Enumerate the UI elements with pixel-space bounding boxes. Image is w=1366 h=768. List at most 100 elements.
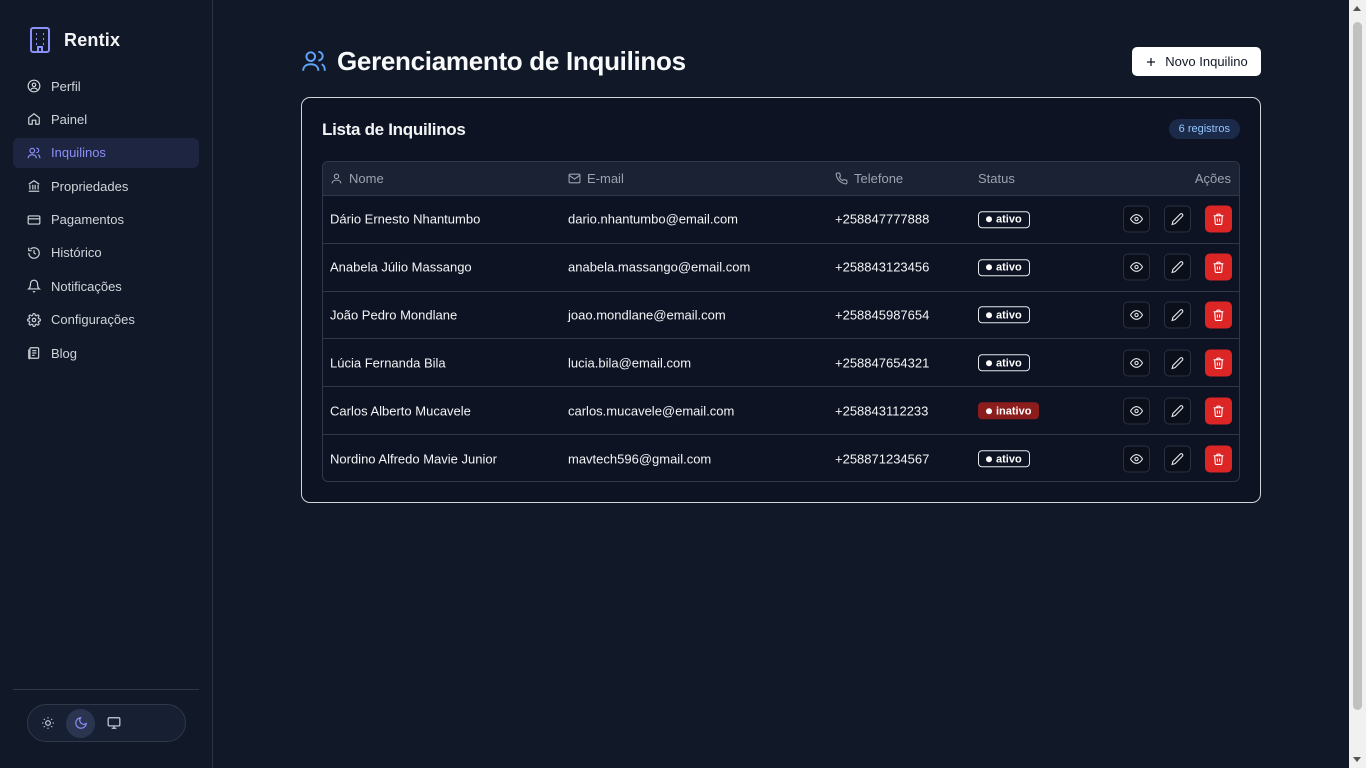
- scroll-down-icon[interactable]: [1353, 757, 1361, 762]
- view-button[interactable]: [1123, 397, 1150, 425]
- sidebar-item-pagamentos[interactable]: Pagamentos: [13, 205, 199, 235]
- table-row: Lúcia Fernanda Bila lucia.bila@email.com…: [323, 339, 1239, 388]
- history-icon: [28, 247, 40, 259]
- tenant-phone: +258847777888: [835, 211, 930, 227]
- status-badge: ativo: [978, 211, 1030, 229]
- sidebar-item-blog[interactable]: Blog: [13, 338, 199, 368]
- column-header-name[interactable]: Nome: [330, 171, 384, 186]
- tenant-phone: +258843123456: [835, 259, 930, 275]
- row-actions: [1123, 205, 1232, 233]
- gear-icon: [27, 312, 41, 327]
- tenant-email: anabela.massango@email.com: [568, 259, 751, 275]
- view-button[interactable]: [1123, 253, 1150, 281]
- sidebar-nav: Perfil Painel Inquilinos Propriedades Pa…: [13, 71, 199, 372]
- trash-icon: [1213, 309, 1224, 321]
- page-scrollbar[interactable]: [1349, 0, 1366, 768]
- column-header-email[interactable]: E-mail: [568, 171, 624, 186]
- sidebar-item-historico[interactable]: Histórico: [13, 238, 199, 268]
- users-icon: [27, 147, 41, 159]
- tenant-name: Carlos Alberto Mucavele: [330, 403, 471, 419]
- tenant-name: Anabela Júlio Massango: [330, 259, 472, 275]
- status-dot: [986, 216, 992, 223]
- trash-icon: [1213, 453, 1224, 465]
- eye-icon: [1130, 310, 1143, 320]
- card-title: Lista de Inquilinos: [322, 120, 466, 139]
- sidebar-item-label: Notificações: [51, 278, 122, 294]
- sidebar-item-notificacoes[interactable]: Notificações: [13, 271, 199, 301]
- theme-system-button[interactable]: [99, 709, 128, 738]
- delete-button[interactable]: [1205, 397, 1232, 425]
- eye-icon: [1130, 405, 1143, 416]
- view-button[interactable]: [1123, 301, 1150, 329]
- trash-icon: [1213, 405, 1224, 417]
- tenant-name: Dário Ernesto Nhantumbo: [330, 211, 481, 227]
- sidebar-item-configuracoes[interactable]: Configurações: [13, 305, 199, 335]
- status-dot: [986, 360, 992, 367]
- eye-icon: [1130, 453, 1143, 464]
- sidebar-item-perfil[interactable]: Perfil: [13, 71, 199, 101]
- mail-icon: [568, 173, 581, 184]
- scroll-thumb[interactable]: [1353, 22, 1362, 710]
- table-header: Nome E-mail Telefone Status Ações: [323, 162, 1239, 196]
- sidebar-item-label: Perfil: [51, 78, 81, 94]
- column-header-phone[interactable]: Telefone: [835, 171, 903, 186]
- status-badge: ativo: [978, 354, 1030, 372]
- sidebar-item-label: Propriedades: [51, 178, 129, 194]
- status-dot: [986, 264, 992, 271]
- table-body: Dário Ernesto Nhantumbo dario.nhantumbo@…: [323, 196, 1239, 481]
- edit-button[interactable]: [1164, 445, 1191, 473]
- pencil-icon: [1171, 309, 1184, 322]
- users-icon: [302, 50, 326, 71]
- tenant-name: Nordino Alfredo Mavie Junior: [330, 451, 497, 467]
- brand[interactable]: Rentix: [28, 26, 120, 54]
- eye-icon: [1130, 357, 1143, 368]
- sun-icon: [41, 717, 54, 729]
- edit-button[interactable]: [1164, 205, 1191, 233]
- monitor-icon: [107, 717, 120, 729]
- scroll-up-icon[interactable]: [1353, 6, 1361, 11]
- view-button[interactable]: [1123, 349, 1150, 377]
- delete-button[interactable]: [1205, 301, 1232, 329]
- edit-button[interactable]: [1164, 397, 1191, 425]
- status-badge: ativo: [978, 258, 1030, 276]
- new-tenant-label: Novo Inquilino: [1165, 54, 1248, 69]
- column-header-status[interactable]: Status: [978, 171, 1015, 186]
- sidebar-item-label: Blog: [51, 345, 78, 361]
- pencil-icon: [1171, 356, 1184, 369]
- sidebar-item-propriedades[interactable]: Propriedades: [13, 171, 199, 201]
- delete-button[interactable]: [1205, 205, 1232, 233]
- view-button[interactable]: [1123, 445, 1150, 473]
- sidebar-item-label: Histórico: [51, 245, 102, 261]
- new-tenant-button[interactable]: Novo Inquilino: [1132, 47, 1261, 76]
- records-count-badge: 6 registros: [1168, 119, 1240, 139]
- sidebar-item-inquilinos[interactable]: Inquilinos: [13, 137, 199, 168]
- delete-button[interactable]: [1205, 253, 1232, 281]
- edit-button[interactable]: [1164, 349, 1191, 377]
- view-button[interactable]: [1123, 205, 1150, 233]
- sidebar-divider: [13, 689, 199, 690]
- delete-button[interactable]: [1205, 349, 1232, 377]
- sidebar-item-painel[interactable]: Painel: [13, 104, 199, 134]
- pencil-icon: [1171, 213, 1184, 226]
- delete-button[interactable]: [1205, 445, 1232, 473]
- sidebar-item-label: Painel: [51, 111, 88, 127]
- table-row: Nordino Alfredo Mavie Junior mavtech596@…: [323, 435, 1239, 481]
- edit-button[interactable]: [1164, 253, 1191, 281]
- phone-icon: [835, 172, 848, 185]
- theme-light-button[interactable]: [33, 709, 62, 738]
- pencil-icon: [1171, 404, 1184, 417]
- brand-name: Rentix: [64, 29, 121, 50]
- eye-icon: [1130, 262, 1143, 273]
- tenant-phone: +258871234567: [835, 451, 930, 467]
- edit-button[interactable]: [1164, 301, 1191, 329]
- row-actions: [1123, 445, 1232, 473]
- tenant-email: carlos.mucavele@email.com: [568, 403, 735, 419]
- home-icon: [28, 113, 40, 126]
- page-header: Gerenciamento de Inquilinos: [301, 46, 686, 76]
- status-badge: ativo: [978, 306, 1030, 324]
- tenant-name: Lúcia Fernanda Bila: [330, 355, 446, 371]
- theme-dark-button[interactable]: [66, 708, 95, 738]
- tenant-email: dario.nhantumbo@email.com: [568, 211, 739, 227]
- table-row: Anabela Júlio Massango anabela.massango@…: [323, 244, 1239, 292]
- trash-icon: [1213, 261, 1224, 274]
